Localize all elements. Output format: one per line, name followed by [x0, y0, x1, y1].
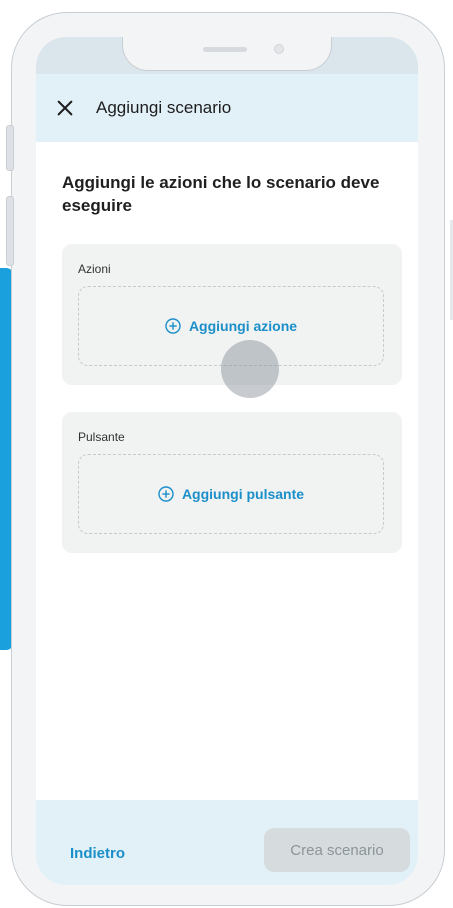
app-footer: Indietro Crea scenario: [36, 800, 418, 885]
app-header: Aggiungi scenario: [36, 74, 418, 142]
actions-card: Azioni Aggiungi azione: [62, 244, 402, 398]
phone-screen: Aggiungi scenario Aggiungi le azioni che…: [36, 37, 418, 885]
plus-circle-icon: [165, 318, 181, 334]
back-button[interactable]: Indietro: [70, 845, 125, 862]
speaker-icon: [203, 47, 247, 52]
add-button-label: Aggiungi pulsante: [181, 486, 305, 502]
button-section-label: Pulsante: [78, 430, 125, 444]
camera-icon: [274, 44, 284, 54]
instructions-heading: Aggiungi le azioni che lo scenario deve …: [62, 173, 380, 215]
phone-side-button: [6, 196, 14, 266]
page-title: Aggiungi scenario: [96, 98, 232, 117]
phone-notch: [122, 37, 332, 71]
phone-side-button: [6, 125, 14, 171]
add-button-button[interactable]: Aggiungi pulsante: [158, 486, 304, 502]
actions-section-label: Azioni: [78, 262, 111, 276]
add-action-dropzone[interactable]: Aggiungi azione: [78, 286, 384, 398]
touch-indicator: [221, 340, 279, 398]
plus-circle-icon: [158, 486, 174, 502]
close-icon[interactable]: [56, 99, 74, 117]
create-scenario-button[interactable]: Crea scenario: [264, 828, 410, 872]
add-button-dropzone[interactable]: Aggiungi pulsante: [78, 454, 384, 534]
button-card: Pulsante Aggiungi pulsante: [62, 412, 402, 553]
add-action-label: Aggiungi azione: [188, 318, 298, 334]
status-bar: [36, 37, 418, 74]
add-action-button[interactable]: Aggiungi azione: [165, 318, 297, 334]
